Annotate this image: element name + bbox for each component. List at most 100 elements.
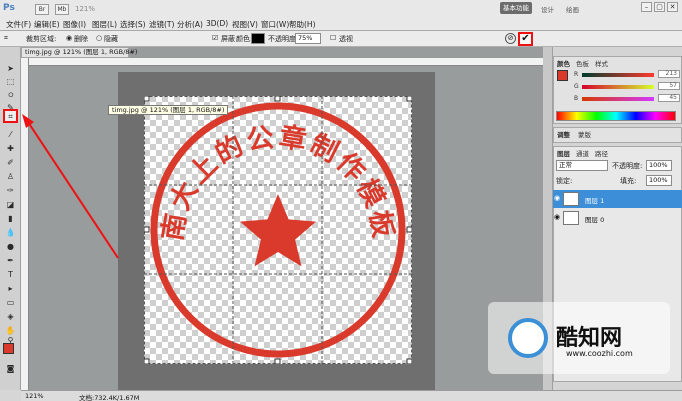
menu-help[interactable]: 帮助(H) — [289, 19, 316, 30]
quick-mask-icon[interactable]: ◙ — [5, 363, 16, 374]
minibridge-button[interactable]: Mb — [55, 3, 69, 15]
pen-tool-icon[interactable]: ✒ — [5, 255, 16, 266]
tab-channels[interactable]: 通道 — [576, 148, 589, 158]
title-controls: Br Mb 121% — [35, 2, 95, 16]
color-spectrum-ramp[interactable] — [556, 111, 676, 121]
eye-icon[interactable]: ◉ — [554, 213, 560, 221]
layers-opacity-label: 不透明度: — [612, 162, 643, 170]
layers-opacity-input[interactable]: 100% — [646, 160, 672, 171]
value-r[interactable]: 213 — [658, 70, 680, 78]
workspace-essentials-button[interactable]: 基本功能 — [500, 2, 532, 14]
crop-tool-preset-icon[interactable]: ⌗ — [4, 34, 8, 43]
menu-edit[interactable]: 编辑(E) — [34, 19, 60, 30]
menu-analysis[interactable]: 分析(A) — [177, 19, 203, 30]
watermark-name: 酷知网 — [556, 326, 623, 351]
slider-r[interactable] — [582, 73, 654, 77]
move-tool-icon[interactable]: ➤ — [5, 63, 16, 74]
menu-image[interactable]: 图像(I) — [63, 19, 86, 30]
lock-label: 锁定: — [556, 177, 573, 185]
menu-filter[interactable]: 滤镜(T) — [149, 19, 174, 30]
menu-file[interactable]: 文件(F) — [6, 19, 31, 30]
healing-brush-tool-icon[interactable]: ✚ — [5, 143, 16, 154]
menu-view[interactable]: 视图(V) — [232, 19, 258, 30]
status-doc-info[interactable]: 文档:732.4K/1.67M — [79, 392, 139, 401]
eye-icon[interactable]: ◉ — [554, 194, 560, 202]
menu-layer[interactable]: 图层(L) — [92, 19, 117, 30]
tab-layers[interactable]: 图层 — [557, 148, 570, 158]
shield-color-swatch[interactable] — [251, 33, 265, 44]
minimize-button[interactable]: – — [641, 2, 652, 12]
delete-radio[interactable]: ◉ — [66, 34, 72, 42]
workspace-painting-link[interactable]: 绘画 — [566, 4, 579, 14]
value-b[interactable]: 45 — [658, 94, 680, 102]
perspective-checkbox[interactable]: ☐ — [330, 34, 336, 42]
status-bar: 121% 文档:732.4K/1.67M — [21, 390, 682, 401]
vertical-ruler[interactable] — [21, 58, 29, 390]
watermark-url: www.coozhi.com — [566, 349, 633, 358]
history-brush-tool-icon[interactable]: ✑ — [5, 185, 16, 196]
tab-masks[interactable]: 蒙版 — [578, 129, 591, 139]
blur-tool-icon[interactable]: 💧 — [5, 227, 16, 238]
layer-row-1[interactable]: ◉ 图层 1 — [553, 190, 682, 208]
shield-checkbox[interactable]: ☑ — [212, 34, 218, 42]
shape-tool-icon[interactable]: ▭ — [5, 297, 16, 308]
brush-tool-icon[interactable]: ✐ — [5, 157, 16, 168]
document-tooltip: timg.jpg @ 121% (图层 1, RGB/8#) — [108, 105, 229, 115]
hide-radio-label: 隐藏 — [104, 35, 118, 43]
shield-label: 屏蔽 — [221, 35, 235, 43]
tab-paths[interactable]: 路径 — [595, 148, 608, 158]
opacity-label: 不透明度: — [268, 35, 299, 43]
gradient-tool-icon[interactable]: ▮ — [5, 213, 16, 224]
type-tool-icon[interactable]: T — [5, 269, 16, 280]
path-select-tool-icon[interactable]: ▸ — [5, 283, 16, 294]
fill-input[interactable]: 100% — [646, 175, 672, 186]
layer-name: 图层 1 — [585, 197, 605, 205]
fill-label: 填充: — [620, 177, 637, 185]
panel-foreground-swatch[interactable] — [557, 70, 568, 81]
opacity-input[interactable]: 75% — [295, 33, 321, 44]
value-g[interactable]: 57 — [658, 82, 680, 90]
menu-window[interactable]: 窗口(W) — [261, 19, 289, 30]
tab-adjustments[interactable]: 调整 — [557, 129, 570, 139]
menu-bar: Ps Br Mb 121% 基本功能 设计 绘画 – ▢ ✕ 文件(F) 编辑(… — [0, 0, 682, 31]
3d-tool-icon[interactable]: ◈ — [5, 311, 16, 322]
zoom-level-display[interactable]: 121% — [75, 5, 95, 13]
lasso-tool-icon[interactable]: ഠ — [5, 89, 16, 100]
hide-radio[interactable]: ○ — [96, 34, 102, 42]
slider-b[interactable] — [582, 97, 654, 101]
document-tab[interactable]: timg.jpg @ 121% (图层 1, RGB/8#) — [21, 47, 137, 58]
label-g: G — [574, 83, 579, 90]
options-bar: ⌗ 裁剪区域: ◉ 删除 ○ 隐藏 ☑ 屏蔽 颜色: 不透明度: 75% ☐ 透… — [0, 31, 682, 47]
seal-artwork[interactable]: 南大上的公章制作模板 — [144, 96, 412, 364]
tab-styles[interactable]: 样式 — [595, 58, 608, 68]
window-controls: – ▢ ✕ — [641, 2, 678, 12]
blend-mode-select[interactable]: 正常 — [556, 160, 608, 171]
foreground-color-swatch[interactable] — [3, 343, 14, 354]
horizontal-ruler[interactable] — [29, 58, 543, 66]
tab-swatches[interactable]: 色板 — [576, 58, 589, 68]
marquee-tool-icon[interactable]: ⬚ — [5, 76, 16, 87]
bridge-button[interactable]: Br — [35, 3, 49, 15]
shield-color-label: 颜色: — [236, 35, 253, 43]
perspective-label: 透视 — [339, 35, 353, 43]
status-zoom[interactable]: 121% — [25, 392, 44, 400]
layer-thumbnail — [563, 192, 579, 206]
eraser-tool-icon[interactable]: ◪ — [5, 199, 16, 210]
slider-g[interactable] — [582, 85, 654, 89]
seal-star — [240, 194, 316, 267]
cancel-icon[interactable]: ⊘ — [505, 33, 516, 44]
menu-select[interactable]: 选择(S) — [120, 19, 146, 30]
workspace-design-link[interactable]: 设计 — [541, 4, 554, 14]
maximize-button[interactable]: ▢ — [654, 2, 665, 12]
adjustments-panel: 调整 蒙版 — [553, 127, 682, 143]
checkmark-icon[interactable]: ✔ — [518, 32, 533, 46]
menu-3d[interactable]: 3D(D) — [206, 19, 228, 28]
tab-color[interactable]: 颜色 — [557, 58, 570, 68]
dodge-tool-icon[interactable]: ● — [5, 241, 16, 252]
layer-row-0[interactable]: ◉ 图层 0 — [553, 209, 682, 227]
eyedropper-tool-icon[interactable]: ⁄ — [5, 129, 16, 140]
label-b: B — [574, 95, 579, 102]
crop-tool-icon[interactable]: ⌗ — [3, 109, 18, 123]
close-button[interactable]: ✕ — [667, 2, 678, 12]
clone-stamp-tool-icon[interactable]: ♙ — [5, 171, 16, 182]
